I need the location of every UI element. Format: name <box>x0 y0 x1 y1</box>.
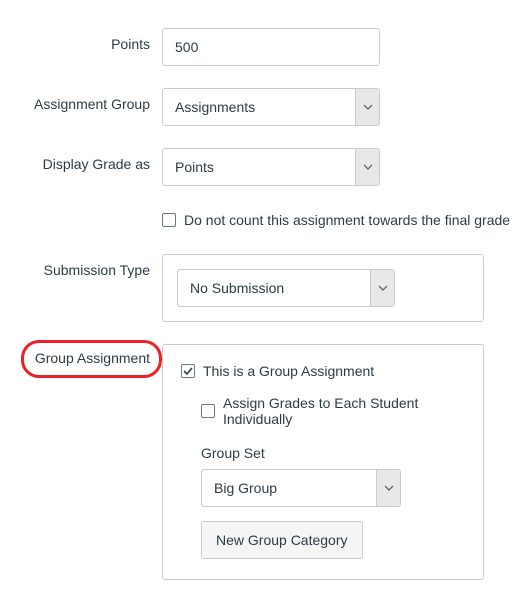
display-grade-label: Display Grade as <box>0 148 162 172</box>
assignment-group-label: Assignment Group <box>0 88 162 112</box>
grade-individually-label: Assign Grades to Each Student Individual… <box>223 395 465 427</box>
submission-type-value: No Submission <box>178 280 370 296</box>
chevron-down-icon <box>355 89 379 125</box>
group-set-label: Group Set <box>201 445 465 461</box>
points-input[interactable] <box>162 28 380 66</box>
is-group-checkbox[interactable] <box>181 364 195 378</box>
chevron-down-icon <box>355 149 379 185</box>
group-set-select[interactable]: Big Group <box>201 469 401 507</box>
group-assignment-label: Group Assignment <box>35 350 150 366</box>
assignment-group-select[interactable]: Assignments <box>162 88 380 126</box>
omit-final-label: Do not count this assignment towards the… <box>184 212 510 228</box>
grade-individually-checkbox[interactable] <box>201 404 215 418</box>
chevron-down-icon <box>370 270 394 306</box>
points-label: Points <box>0 28 162 52</box>
omit-final-checkbox[interactable] <box>162 213 176 227</box>
submission-type-select[interactable]: No Submission <box>177 269 395 307</box>
is-group-label: This is a Group Assignment <box>203 363 374 379</box>
assignment-group-value: Assignments <box>163 99 355 115</box>
display-grade-select[interactable]: Points <box>162 148 380 186</box>
group-set-value: Big Group <box>202 480 376 496</box>
display-grade-value: Points <box>163 159 355 175</box>
submission-type-label: Submission Type <box>0 254 162 278</box>
new-group-category-button[interactable]: New Group Category <box>201 521 363 559</box>
chevron-down-icon <box>376 470 400 506</box>
